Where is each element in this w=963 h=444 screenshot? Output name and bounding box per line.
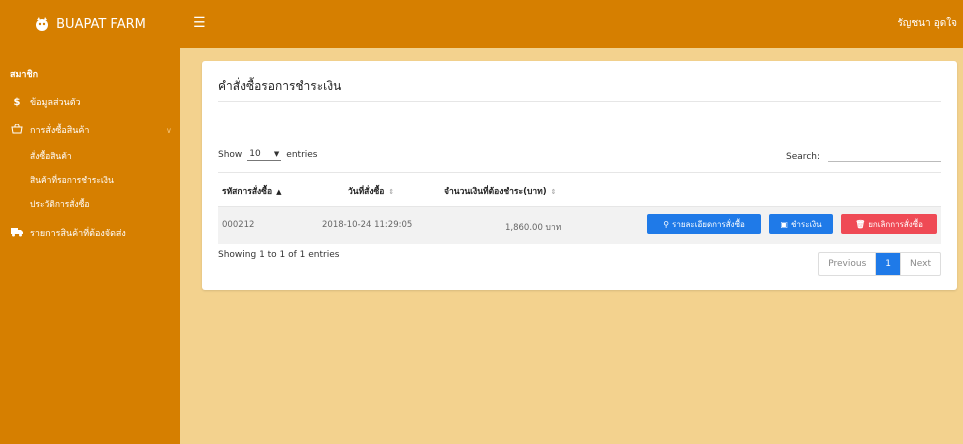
- hamburger-icon[interactable]: ☰: [193, 16, 206, 30]
- length-control: Show 10 ▼ entries: [218, 148, 318, 161]
- sidebar-item-shipping[interactable]: รายการสินค้าที่ต้องจัดส่ง: [10, 226, 126, 240]
- caret-down-icon: ▼: [273, 150, 280, 158]
- column-header-order-date[interactable]: วันที่สั่งซื้อ ⇕: [348, 184, 394, 198]
- search-label: Search:: [786, 152, 820, 162]
- order-details-button[interactable]: ⚲ รายละเอียดการสั่งซื้อ: [647, 214, 761, 234]
- next-page-button[interactable]: Next: [900, 253, 940, 275]
- user-name[interactable]: รัญชนา อุดใจ: [897, 16, 957, 31]
- table-header: รหัสการสั่งซื้อ ▲ วันที่สั่งซื้อ ⇕ จำนวนเง…: [218, 172, 941, 206]
- trash-icon: 🗑: [855, 219, 866, 229]
- order-id-cell: 000212: [222, 220, 255, 230]
- sidebar-subitem-order-history[interactable]: ประวัติการสั่งซื้อ: [30, 197, 90, 211]
- column-header-order-id[interactable]: รหัสการสั่งซื้อ ▲: [222, 184, 281, 198]
- sidebar-item-label: รายการสินค้าที่ต้องจัดส่ง: [30, 229, 126, 239]
- column-header-amount[interactable]: จำนวนเงินที่ต้องชำระ(บาท) ⇕: [444, 184, 556, 198]
- pay-button[interactable]: ▣ ชำระเงิน: [769, 214, 833, 234]
- brand[interactable]: BUAPAT FARM: [0, 0, 180, 48]
- page-title: คำสั่งซื้อรอการชำระเงิน: [218, 79, 342, 93]
- sort-icon: ⇕: [550, 188, 557, 196]
- column-label: จำนวนเงินที่ต้องชำระ(บาท): [444, 187, 547, 197]
- table-row: 000212 2018-10-24 11:29:05 1,860.00 บาท …: [218, 206, 941, 244]
- column-label: รหัสการสั่งซื้อ: [222, 187, 273, 197]
- entries-length-value: 10: [249, 149, 261, 159]
- dollar-icon: $: [13, 96, 21, 108]
- pending-payment-card: คำสั่งซื้อรอการชำระเงิน Show 10 ▼ entrie…: [202, 61, 957, 290]
- sidebar-section-title: สมาชิก: [10, 70, 39, 80]
- sidebar-item-profile[interactable]: $ ข้อมูลส่วนตัว: [10, 95, 81, 109]
- pagination: Previous 1 Next: [818, 252, 941, 276]
- sort-icon: ⇕: [388, 188, 395, 196]
- search-control: Search:: [786, 148, 941, 162]
- page-1-button[interactable]: 1: [875, 253, 901, 275]
- sidebar-item-label: ข้อมูลส่วนตัว: [30, 98, 81, 108]
- sidebar-item-label: การสั่งซื้อสินค้า: [30, 126, 90, 136]
- entries-label: entries: [286, 149, 318, 160]
- truck-icon: [10, 227, 24, 240]
- search-input[interactable]: [828, 148, 941, 162]
- table-info: Showing 1 to 1 of 1 entries: [218, 250, 340, 260]
- entries-length-select[interactable]: 10 ▼: [247, 148, 282, 161]
- sidebar-subitem-place-order[interactable]: สั่งซื้อสินค้า: [30, 149, 72, 163]
- amount-cell: 1,860.00 บาท: [505, 223, 562, 233]
- shopping-bag-icon: [10, 123, 24, 137]
- brand-name: BUAPAT FARM: [56, 16, 146, 32]
- column-label: วันที่สั่งซื้อ: [348, 187, 385, 197]
- top-navbar: BUAPAT FARM ☰ รัญชนา อุดใจ: [0, 0, 963, 48]
- show-label: Show: [218, 149, 243, 160]
- sidebar-subitem-pending-payment[interactable]: สินค้าที่รอการชำระเงิน: [30, 173, 114, 187]
- cancel-order-button[interactable]: 🗑 ยกเลิกการสั่งซื้อ: [841, 214, 937, 234]
- button-label: รายละเอียดการสั่งซื้อ: [672, 219, 745, 229]
- previous-page-button[interactable]: Previous: [819, 253, 875, 275]
- order-date-cell: 2018-10-24 11:29:05: [322, 220, 413, 230]
- sidebar-item-orders[interactable]: การสั่งซื้อสินค้า: [10, 123, 89, 137]
- money-icon: ▣: [780, 219, 788, 229]
- farm-logo-icon: [36, 17, 49, 31]
- sort-asc-icon: ▲: [276, 188, 282, 196]
- search-icon: ⚲: [663, 219, 670, 229]
- divider: [218, 101, 941, 102]
- button-label: ยกเลิกการสั่งซื้อ: [868, 219, 923, 229]
- sidebar: สมาชิก $ ข้อมูลส่วนตัว การสั่งซื้อสินค้า…: [0, 48, 180, 444]
- button-label: ชำระเงิน: [790, 219, 822, 229]
- chevron-down-icon[interactable]: ∨: [166, 126, 172, 135]
